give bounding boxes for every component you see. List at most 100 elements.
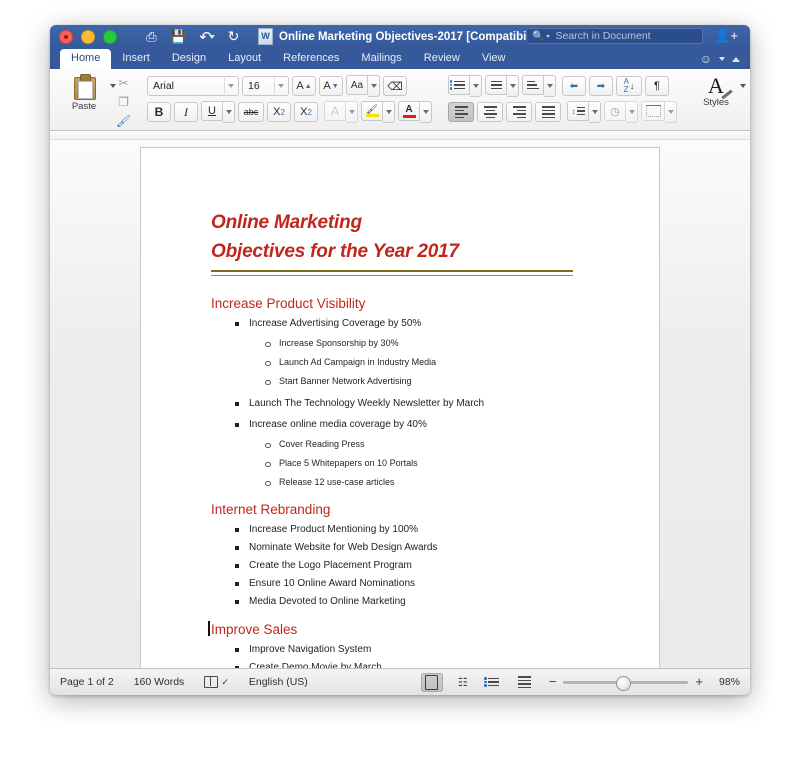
borders-dropdown[interactable]: [665, 101, 677, 123]
view-and-zoom-controls: ☷ − + 98%: [420, 672, 740, 692]
tab-review[interactable]: Review: [413, 49, 471, 69]
title-bar: ⎙ 💾 ↶ ↻ Online Marketing Objectives-2017…: [50, 25, 750, 48]
zoom-in-button[interactable]: +: [695, 675, 703, 688]
superscript-button[interactable]: X2: [294, 102, 318, 122]
tab-mailings[interactable]: Mailings: [350, 49, 412, 69]
shading-button[interactable]: ◷: [604, 101, 626, 121]
document-page[interactable]: Online Marketing Objectives for the Year…: [140, 147, 660, 677]
show-formatting-marks-button[interactable]: ¶: [645, 76, 669, 96]
page-count-status[interactable]: Page 1 of 2: [60, 676, 114, 688]
font-color-dropdown[interactable]: [420, 101, 432, 123]
bullets-button[interactable]: [448, 75, 470, 95]
bold-button[interactable]: B: [147, 102, 171, 122]
multilevel-list-icon: [527, 80, 539, 90]
paintbrush-icon[interactable]: 🖌: [116, 113, 131, 128]
decrease-indent-button[interactable]: ⬅: [562, 76, 586, 96]
align-left-button[interactable]: [448, 102, 474, 122]
borders-button[interactable]: [641, 101, 665, 121]
grow-font-label: A: [296, 80, 304, 92]
ruler-band: [50, 131, 750, 140]
eraser-icon: ⌫: [387, 80, 403, 93]
text-effects-dropdown[interactable]: [346, 101, 358, 123]
save-icon[interactable]: 💾: [170, 28, 187, 45]
print-layout-view-button[interactable]: [420, 672, 443, 692]
redo-icon[interactable]: ↻: [225, 28, 242, 45]
proofing-status[interactable]: ✓: [204, 676, 229, 688]
justify-icon: [541, 106, 555, 118]
tab-design[interactable]: Design: [161, 49, 217, 69]
highlight-button[interactable]: 🖌: [361, 101, 383, 121]
numbering-dropdown[interactable]: [507, 75, 519, 97]
grow-font-button[interactable]: A ▲: [292, 76, 316, 96]
subscript-button[interactable]: X2: [267, 102, 291, 122]
list-item-text: Media Devoted to Online Marketing: [249, 596, 406, 607]
change-case-dropdown[interactable]: [368, 75, 380, 97]
shading-dropdown[interactable]: [626, 101, 638, 123]
multilevel-list-dropdown[interactable]: [544, 75, 556, 97]
tab-home[interactable]: Home: [60, 49, 112, 69]
multilevel-list-button[interactable]: [522, 75, 544, 95]
document-title-text: Online Marketing Objectives-2017 [Compat…: [279, 30, 547, 43]
styles-dropdown-caret-icon[interactable]: [740, 84, 746, 88]
align-right-button[interactable]: [506, 102, 532, 122]
line-spacing-dropdown[interactable]: [589, 101, 601, 123]
smiley-dropdown-caret-icon[interactable]: [719, 57, 725, 61]
bullets-dropdown[interactable]: [470, 75, 482, 97]
styles-button[interactable]: A Styles: [695, 74, 737, 108]
list-item: Increase Product Mentioning by 100%: [233, 524, 611, 536]
borders-icon: [645, 105, 661, 117]
font-name-select[interactable]: Arial: [147, 76, 239, 96]
sort-button[interactable]: AZ ↓: [616, 76, 642, 96]
font-row-1: Arial 16 A ▲ A ▼ Aa ⌫: [147, 75, 432, 97]
change-case-button[interactable]: Aa: [346, 75, 368, 95]
justify-button[interactable]: [535, 102, 561, 122]
font-color-button[interactable]: A: [398, 101, 420, 121]
document-workspace[interactable]: Online Marketing Objectives for the Year…: [50, 140, 750, 677]
share-icon[interactable]: 👤+: [714, 28, 738, 44]
zoom-slider-handle[interactable]: [616, 675, 632, 691]
spell-check-icon: [204, 676, 219, 688]
minimize-window-button[interactable]: [81, 29, 95, 44]
new-document-icon[interactable]: ⎙: [143, 28, 160, 45]
outline-view-button[interactable]: [483, 673, 505, 692]
status-bar: Page 1 of 2 160 Words ✓ English (US) ☷ −…: [50, 668, 750, 695]
search-dropdown-caret-icon[interactable]: [546, 34, 551, 38]
tab-layout[interactable]: Layout: [217, 49, 272, 69]
copy-icon[interactable]: ❐: [116, 94, 131, 109]
shrink-font-button[interactable]: A ▼: [319, 76, 343, 96]
line-spacing-button[interactable]: ↕: [567, 101, 589, 121]
increase-indent-button[interactable]: ➡: [589, 76, 613, 96]
word-count-status[interactable]: 160 Words: [134, 676, 185, 688]
tab-view[interactable]: View: [471, 49, 517, 69]
numbering-button[interactable]: [485, 75, 507, 95]
paste-button[interactable]: Paste: [61, 72, 107, 112]
align-center-button[interactable]: [477, 102, 503, 122]
draft-view-button[interactable]: [514, 673, 536, 692]
pilcrow-icon: ¶: [654, 80, 660, 92]
section-heading-improve-sales: Improve Sales: [208, 621, 611, 637]
zoom-window-button[interactable]: [103, 29, 117, 44]
scissors-icon[interactable]: ✂: [116, 75, 131, 90]
list-item: Ensure 10 Online Award Nominations: [233, 578, 611, 590]
undo-dropdown-caret-icon[interactable]: [209, 34, 215, 39]
zoom-level-label: 98%: [718, 676, 740, 688]
zoom-slider[interactable]: [563, 675, 689, 691]
list-item: Increase Advertising Coverage by 50% Inc…: [233, 318, 611, 387]
tab-insert[interactable]: Insert: [111, 49, 161, 69]
language-status[interactable]: English (US): [249, 676, 308, 688]
underline-dropdown[interactable]: [223, 101, 235, 123]
font-size-select[interactable]: 16: [242, 76, 289, 96]
search-in-document-box[interactable]: 🔍 Search in Document: [526, 28, 703, 44]
clear-formatting-button[interactable]: ⌫: [383, 76, 407, 96]
highlight-dropdown[interactable]: [383, 101, 395, 123]
tab-references[interactable]: References: [272, 49, 350, 69]
text-effects-button[interactable]: A: [324, 101, 346, 121]
smiley-face-icon[interactable]: ☺: [700, 52, 712, 66]
underline-button[interactable]: U: [201, 101, 223, 121]
web-layout-view-button[interactable]: ☷: [452, 673, 474, 692]
zoom-out-button[interactable]: −: [549, 675, 557, 688]
italic-button[interactable]: I: [174, 102, 198, 122]
collapse-ribbon-icon[interactable]: [732, 56, 740, 62]
strikethrough-button[interactable]: abc: [238, 102, 264, 122]
close-window-button[interactable]: [59, 29, 73, 44]
